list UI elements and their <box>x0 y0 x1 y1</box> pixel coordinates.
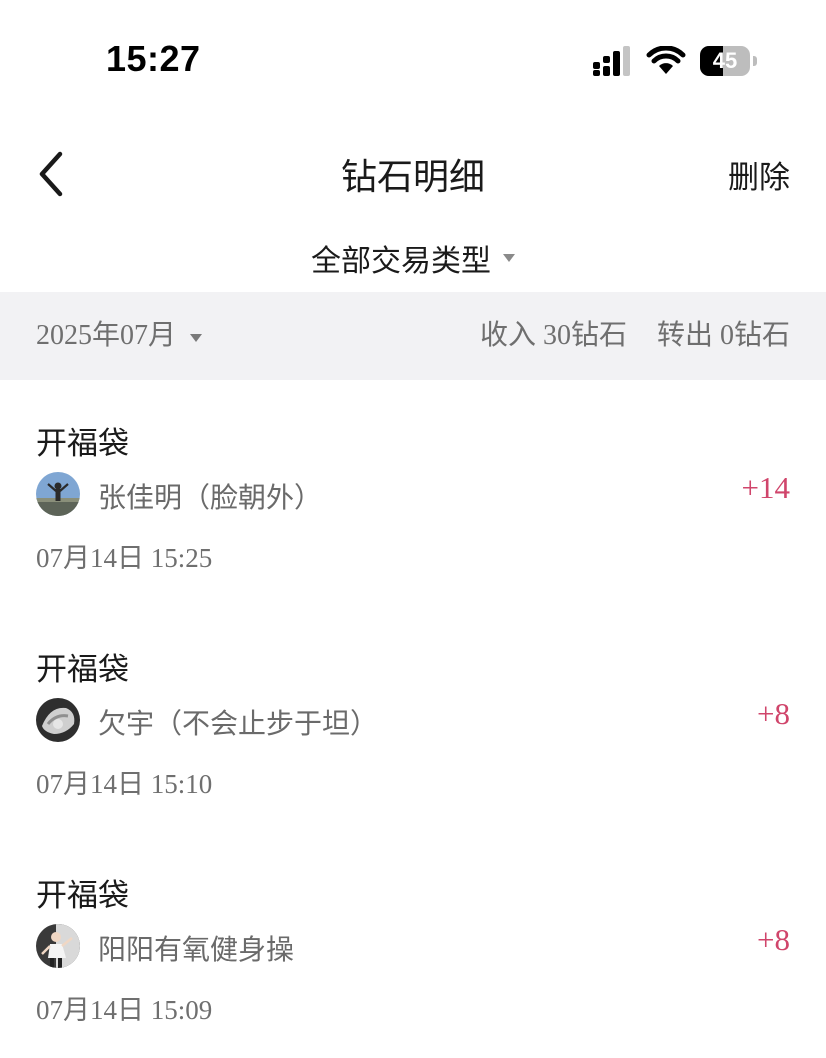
avatar <box>36 472 80 516</box>
income-total: 收入 30钻石 <box>479 320 627 351</box>
month-label: 2025年07月 <box>36 320 177 351</box>
transaction-item[interactable]: 开福袋 欠宇（不会止步于坦） +8 07月14日 15:10 <box>0 606 826 832</box>
transaction-amount: +14 <box>741 470 790 505</box>
signal-icon <box>593 46 630 76</box>
status-bar: 15:27 45 <box>0 0 826 120</box>
transaction-user-name: 阳阳有氧健身操 <box>98 933 295 966</box>
transaction-user-name: 欠宇（不会止步于坦） <box>98 707 379 740</box>
caret-down-icon <box>190 333 203 342</box>
transaction-user-name: 张佳明（脸朝外） <box>98 481 323 514</box>
battery-body: 45 <box>700 46 750 76</box>
transaction-time: 07月14日 15:09 <box>36 995 213 1025</box>
transaction-list: 开福袋 张佳明（脸朝外） +14 07月14日 15:25 开福袋 欠宇（不会止… <box>0 380 826 1058</box>
transaction-type-label: 全部交易类型 <box>311 244 491 279</box>
month-summary-bar: 2025年07月 收入 30钻石 转出 0钻石 <box>0 292 826 380</box>
transaction-amount: +8 <box>757 922 790 957</box>
transaction-time: 07月14日 15:10 <box>36 769 213 799</box>
battery-cap <box>753 56 757 66</box>
caret-down-icon <box>503 254 515 262</box>
page-title: 钻石明细 <box>340 157 485 198</box>
transaction-time: 07月14日 15:25 <box>36 543 213 573</box>
battery-level-text: 45 <box>712 48 738 73</box>
month-picker[interactable]: 2025年07月 <box>36 292 203 380</box>
transaction-title: 开福袋 <box>36 426 129 462</box>
avatar <box>36 698 80 742</box>
nav-bar: 钻石明细 删除 <box>0 130 826 216</box>
transaction-item[interactable]: 开福袋 阳阳有氧健身操 +8 07月14日 15:09 <box>0 832 826 1058</box>
wifi-icon <box>646 46 686 74</box>
summary-totals: 收入 30钻石 转出 0钻石 <box>480 292 790 380</box>
transaction-title: 开福袋 <box>36 878 129 914</box>
transaction-type-filter[interactable]: 全部交易类型 <box>0 236 826 282</box>
transaction-title: 开福袋 <box>36 652 129 688</box>
transaction-item[interactable]: 开福袋 张佳明（脸朝外） +14 07月14日 15:25 <box>0 380 826 606</box>
outgoing-total: 转出 0钻石 <box>656 320 790 351</box>
delete-button[interactable]: 删除 <box>728 152 790 197</box>
avatar <box>36 924 80 968</box>
status-time: 15:27 <box>106 38 201 79</box>
battery-icon: 45 <box>700 46 758 76</box>
transaction-amount: +8 <box>757 696 790 731</box>
